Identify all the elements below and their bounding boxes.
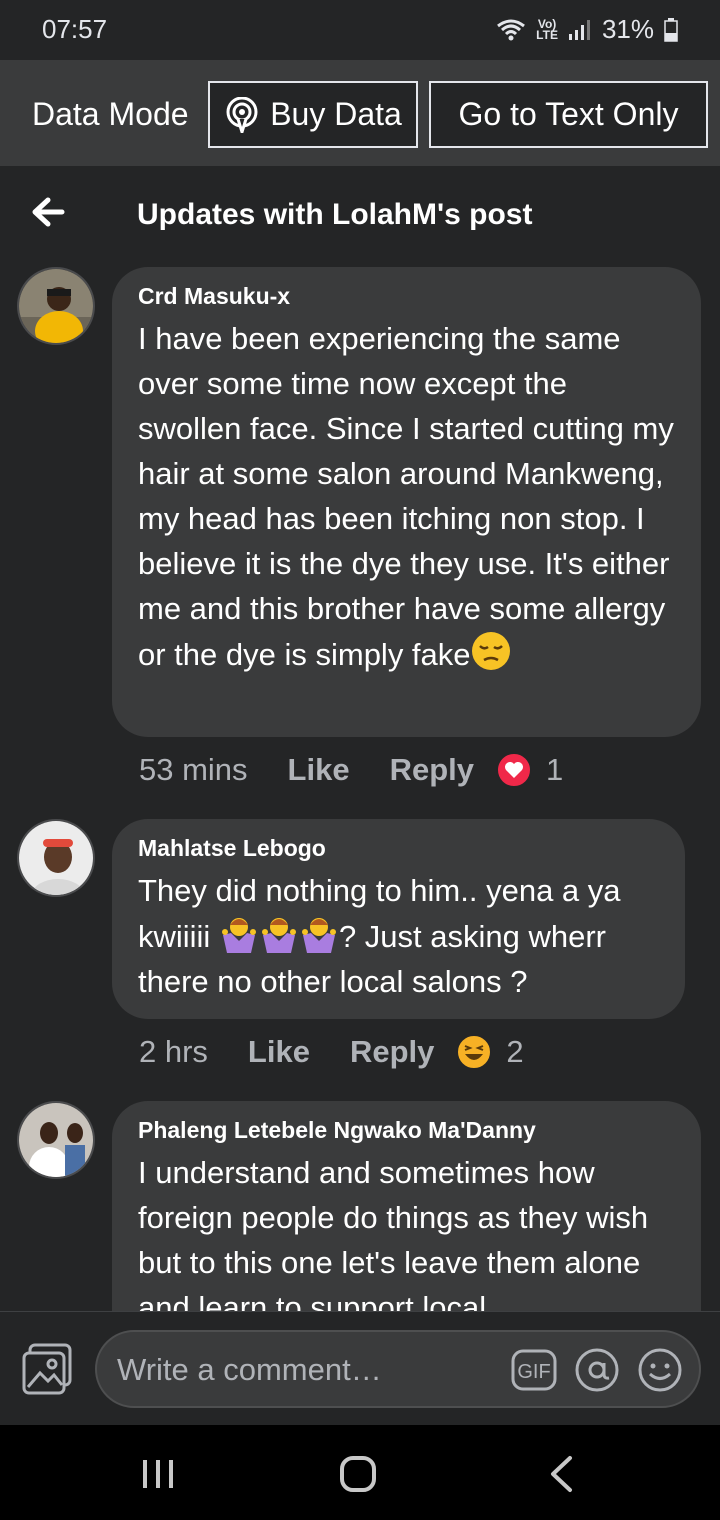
comment-actions: 2 hrs Like Reply 2 (139, 1034, 524, 1070)
broadcast-icon (226, 96, 258, 133)
recent-apps-icon[interactable] (140, 1457, 176, 1491)
comment-text: They did nothing to him.. yena a ya kwii… (138, 873, 621, 999)
back-arrow-icon[interactable] (28, 192, 68, 232)
lte-indicator: Vo) LTE (536, 16, 558, 42)
comment-bubble[interactable]: Crd Masuku-x I have been experiencing th… (112, 267, 701, 737)
page-header: Updates with LolahM's post (0, 166, 720, 266)
home-icon[interactable] (339, 1455, 377, 1493)
avatar[interactable] (17, 819, 95, 897)
laughing-reaction-icon[interactable] (456, 1034, 493, 1070)
comment-field[interactable] (117, 1346, 497, 1394)
status-time: 07:57 (42, 14, 108, 44)
comment-actions: 53 mins Like Reply 1 (139, 752, 563, 788)
heart-reaction-icon[interactable] (496, 752, 532, 788)
comment-bubble[interactable]: Mahlatse Lebogo They did nothing to him.… (112, 819, 685, 1019)
like-button[interactable]: Like (288, 752, 350, 788)
buy-data-button[interactable]: Buy Data (208, 81, 418, 148)
like-button[interactable]: Like (248, 1034, 310, 1070)
reaction-count: 1 (546, 752, 564, 787)
buy-data-label: Buy Data (270, 96, 402, 132)
reaction-count: 2 (506, 1034, 524, 1069)
avatar[interactable] (17, 267, 95, 345)
battery-icon (664, 17, 678, 42)
back-icon[interactable] (548, 1455, 574, 1493)
battery-percent: 31% (601, 14, 654, 44)
data-mode-label: Data Mode (32, 96, 189, 132)
text-only-button[interactable]: Go to Text Only (429, 81, 708, 148)
person-shrugging-icon (221, 918, 256, 953)
comment-input[interactable]: GIF (95, 1330, 701, 1408)
system-nav-bar (0, 1425, 720, 1520)
avatar[interactable] (17, 1101, 95, 1179)
status-icons: Vo) LTE 31% (496, 14, 678, 45)
status-bar: 07:57 Vo) LTE 31% (0, 0, 720, 60)
photo-icon[interactable] (22, 1343, 74, 1395)
gif-label: GIF (517, 1361, 550, 1383)
comment-timestamp: 53 mins (139, 752, 248, 787)
comment-author[interactable]: Phaleng Letebele Ngwako Ma'Danny (138, 1117, 675, 1144)
comment-text: I have been experiencing the same over s… (138, 321, 674, 672)
comment-text: I understand and sometimes how foreign p… (138, 1155, 649, 1325)
mention-icon[interactable] (574, 1347, 620, 1393)
pensive-face-icon (471, 632, 510, 670)
reply-button[interactable]: Reply (390, 752, 474, 788)
data-mode-bar: Data Mode Buy Data Go to Text Only (0, 60, 720, 166)
comment-author[interactable]: Crd Masuku-x (138, 283, 675, 310)
person-shrugging-icon (301, 918, 336, 953)
signal-icon (568, 19, 590, 40)
page-title: Updates with LolahM's post (137, 198, 533, 231)
comment-composer: GIF (0, 1311, 720, 1425)
comment-author[interactable]: Mahlatse Lebogo (138, 835, 659, 862)
reply-button[interactable]: Reply (350, 1034, 434, 1070)
gif-icon[interactable]: GIF (511, 1349, 557, 1391)
person-shrugging-icon (261, 918, 296, 953)
emoji-icon[interactable] (637, 1347, 683, 1393)
comment-timestamp: 2 hrs (139, 1034, 208, 1069)
text-only-label: Go to Text Only (458, 96, 679, 132)
wifi-icon (497, 19, 526, 40)
